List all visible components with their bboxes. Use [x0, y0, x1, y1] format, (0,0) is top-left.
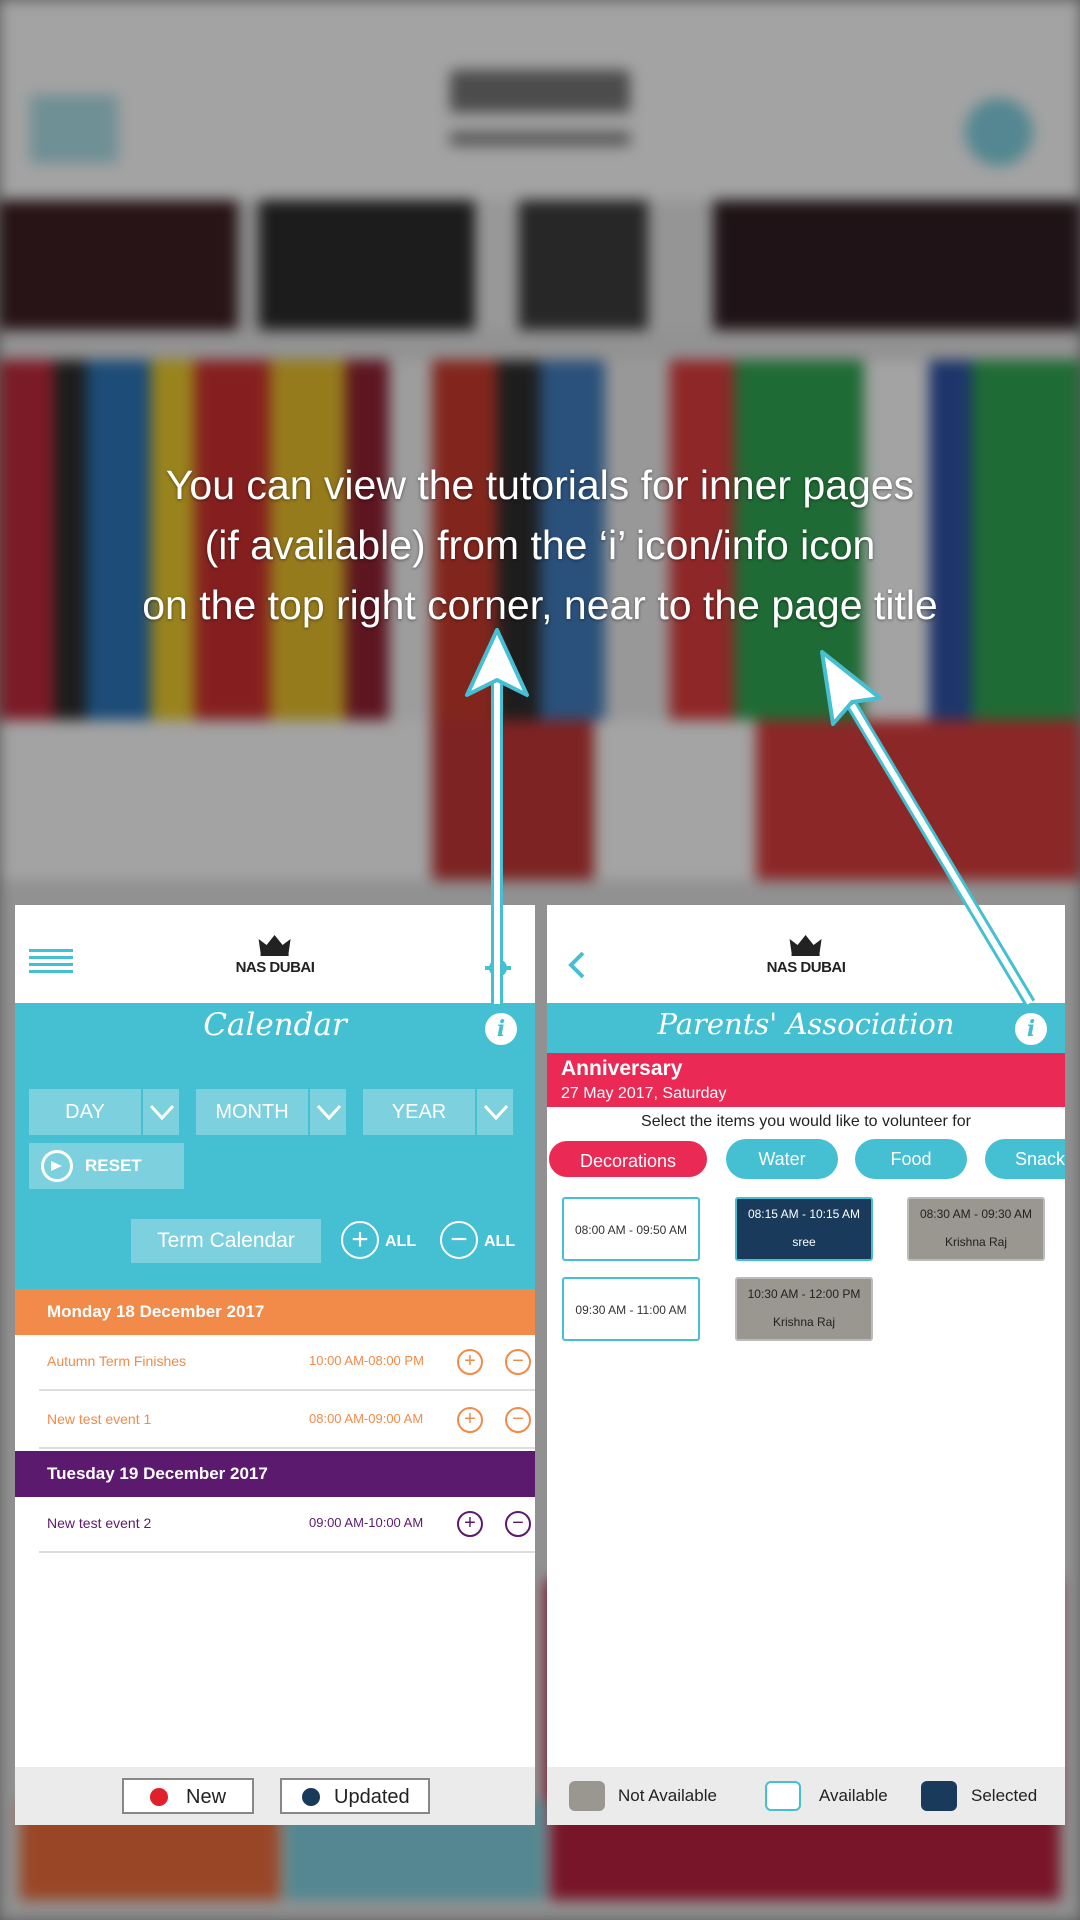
expand-all-label: ALL [385, 1233, 417, 1250]
event-name: Autumn Term Finishes [47, 1353, 187, 1369]
slot-time: 10:30 AM - 12:00 PM [747, 1287, 861, 1301]
page-title: Calendar [203, 1007, 347, 1043]
calendar-header: NAS DUBAI [15, 905, 535, 1003]
selected-swatch [921, 1781, 957, 1811]
category-food[interactable]: Food [855, 1139, 967, 1179]
pa-header: NAS DUBAI [547, 905, 1065, 1003]
logo-text: NAS DUBAI [235, 959, 315, 976]
event-banner: Anniversary 27 May 2017, Saturday [547, 1053, 1065, 1107]
minus-circle-icon: − [440, 1221, 478, 1259]
event-time: 09:00 AM-10:00 AM [309, 1515, 424, 1530]
collapse-all-label: ALL [484, 1233, 516, 1250]
menu-icon[interactable] [29, 949, 73, 981]
remove-event-icon[interactable]: − [505, 1511, 531, 1537]
add-event-icon[interactable]: + [457, 1511, 483, 1537]
year-select-label: YEAR [391, 1101, 447, 1123]
back-chevron-icon[interactable] [561, 945, 591, 985]
chevron-down-icon [141, 1089, 179, 1135]
slot-volunteer: Krishna Raj [944, 1235, 1008, 1249]
headline-line-2: (if available) from the ‘i’ icon/info ic… [204, 522, 876, 568]
calendar-legend: New Updated [15, 1767, 535, 1825]
add-event-icon[interactable]: + [457, 1349, 483, 1375]
time-slot-not-available: 08:30 AM - 09:30 AM Krishna Raj [907, 1197, 1045, 1261]
time-slot-not-available: 10:30 AM - 12:00 PM Krishna Raj [735, 1277, 873, 1341]
navy-dot-icon [302, 1788, 320, 1806]
nas-dubai-logo: NAS DUBAI [236, 933, 315, 976]
calendar-screen: NAS DUBAI Calendar i DAY MONTH YEAR RESE… [15, 905, 535, 1825]
event-name: New test event 2 [47, 1515, 152, 1531]
event-date: 27 May 2017, Saturday [561, 1085, 727, 1102]
month-select[interactable]: MONTH [196, 1089, 346, 1135]
legend-updated-label: Updated [334, 1786, 410, 1808]
not-available-swatch [569, 1781, 605, 1811]
available-label: Available [819, 1786, 888, 1805]
legend-new[interactable]: New [122, 1778, 254, 1814]
info-icon[interactable]: i [483, 1011, 519, 1047]
event-title: Anniversary [561, 1057, 683, 1080]
logo-text: NAS DUBAI [766, 959, 846, 976]
month-select-label: MONTH [215, 1101, 289, 1123]
time-slot-available[interactable]: 08:00 AM - 09:50 AM [562, 1197, 700, 1261]
gear-icon[interactable] [483, 953, 513, 983]
day-select-label: DAY [65, 1101, 105, 1123]
chevron-down-icon [308, 1089, 346, 1135]
pa-title-bar: Parents' Association i [547, 1003, 1065, 1053]
headline-line-3: on the top right corner, near to the pag… [142, 582, 938, 628]
term-calendar-bar: Term Calendar + ALL − ALL [15, 1189, 535, 1289]
calendar-filters: DAY MONTH YEAR RESET [15, 1053, 535, 1189]
event-time: 08:00 AM-09:00 AM [309, 1411, 424, 1426]
term-calendar-button[interactable]: Term Calendar [131, 1219, 321, 1263]
reset-icon [41, 1150, 73, 1182]
plus-circle-icon: + [341, 1221, 379, 1259]
chevron-down-icon [475, 1089, 513, 1135]
slot-legend: Not Available Available Selected [547, 1767, 1065, 1825]
time-slot-selected[interactable]: 08:15 AM - 10:15 AM sree [735, 1197, 873, 1261]
slot-volunteer: Krishna Raj [772, 1315, 836, 1329]
remove-event-icon[interactable]: − [505, 1407, 531, 1433]
crown-icon [259, 935, 291, 956]
event-row[interactable]: Autumn Term Finishes 10:00 AM-08:00 PM +… [39, 1335, 535, 1391]
day-select[interactable]: DAY [29, 1089, 179, 1135]
remove-event-icon[interactable]: − [505, 1349, 531, 1375]
year-select[interactable]: YEAR [363, 1089, 513, 1135]
event-row[interactable]: New test event 1 08:00 AM-09:00 AM + − [39, 1393, 535, 1449]
not-available-label: Not Available [618, 1786, 717, 1805]
event-name: New test event 1 [47, 1411, 152, 1427]
day-heading: Tuesday 19 December 2017 [15, 1451, 535, 1497]
event-row[interactable]: New test event 2 09:00 AM-10:00 AM + − [39, 1497, 535, 1553]
category-snack[interactable]: Snack [985, 1139, 1065, 1179]
reset-button[interactable]: RESET [29, 1143, 184, 1189]
day-heading: Monday 18 December 2017 [15, 1289, 535, 1335]
category-water[interactable]: Water [726, 1139, 838, 1179]
legend-new-label: New [186, 1786, 227, 1808]
tutorial-headline: You can view the tutorials for inner pag… [0, 455, 1080, 635]
parents-association-screen: NAS DUBAI Parents' Association i Anniver… [547, 905, 1065, 1825]
crown-icon [790, 935, 822, 956]
slot-time: 08:00 AM - 09:50 AM [574, 1223, 688, 1237]
slot-volunteer: sree [792, 1235, 816, 1249]
slot-time: 08:30 AM - 09:30 AM [919, 1207, 1033, 1221]
nas-dubai-logo: NAS DUBAI [767, 933, 846, 976]
headline-line-1: You can view the tutorials for inner pag… [165, 462, 915, 508]
page-title: Parents' Association [657, 1007, 955, 1041]
available-swatch [765, 1781, 801, 1811]
info-icon[interactable]: i [1013, 1011, 1049, 1047]
selected-label: Selected [971, 1786, 1038, 1805]
add-event-icon[interactable]: + [457, 1407, 483, 1433]
event-time: 10:00 AM-08:00 PM [309, 1353, 424, 1368]
category-decorations[interactable]: Decorations [547, 1139, 709, 1179]
legend-updated[interactable]: Updated [280, 1778, 430, 1814]
calendar-title-bar: Calendar i [15, 1003, 535, 1053]
red-dot-icon [150, 1788, 168, 1806]
slot-time: 08:15 AM - 10:15 AM [747, 1207, 861, 1221]
slot-time: 09:30 AM - 11:00 AM [575, 1303, 687, 1317]
reset-label: RESET [85, 1156, 142, 1175]
time-slot-available[interactable]: 09:30 AM - 11:00 AM [562, 1277, 700, 1341]
volunteer-instruction: Select the items you would like to volun… [641, 1113, 971, 1130]
